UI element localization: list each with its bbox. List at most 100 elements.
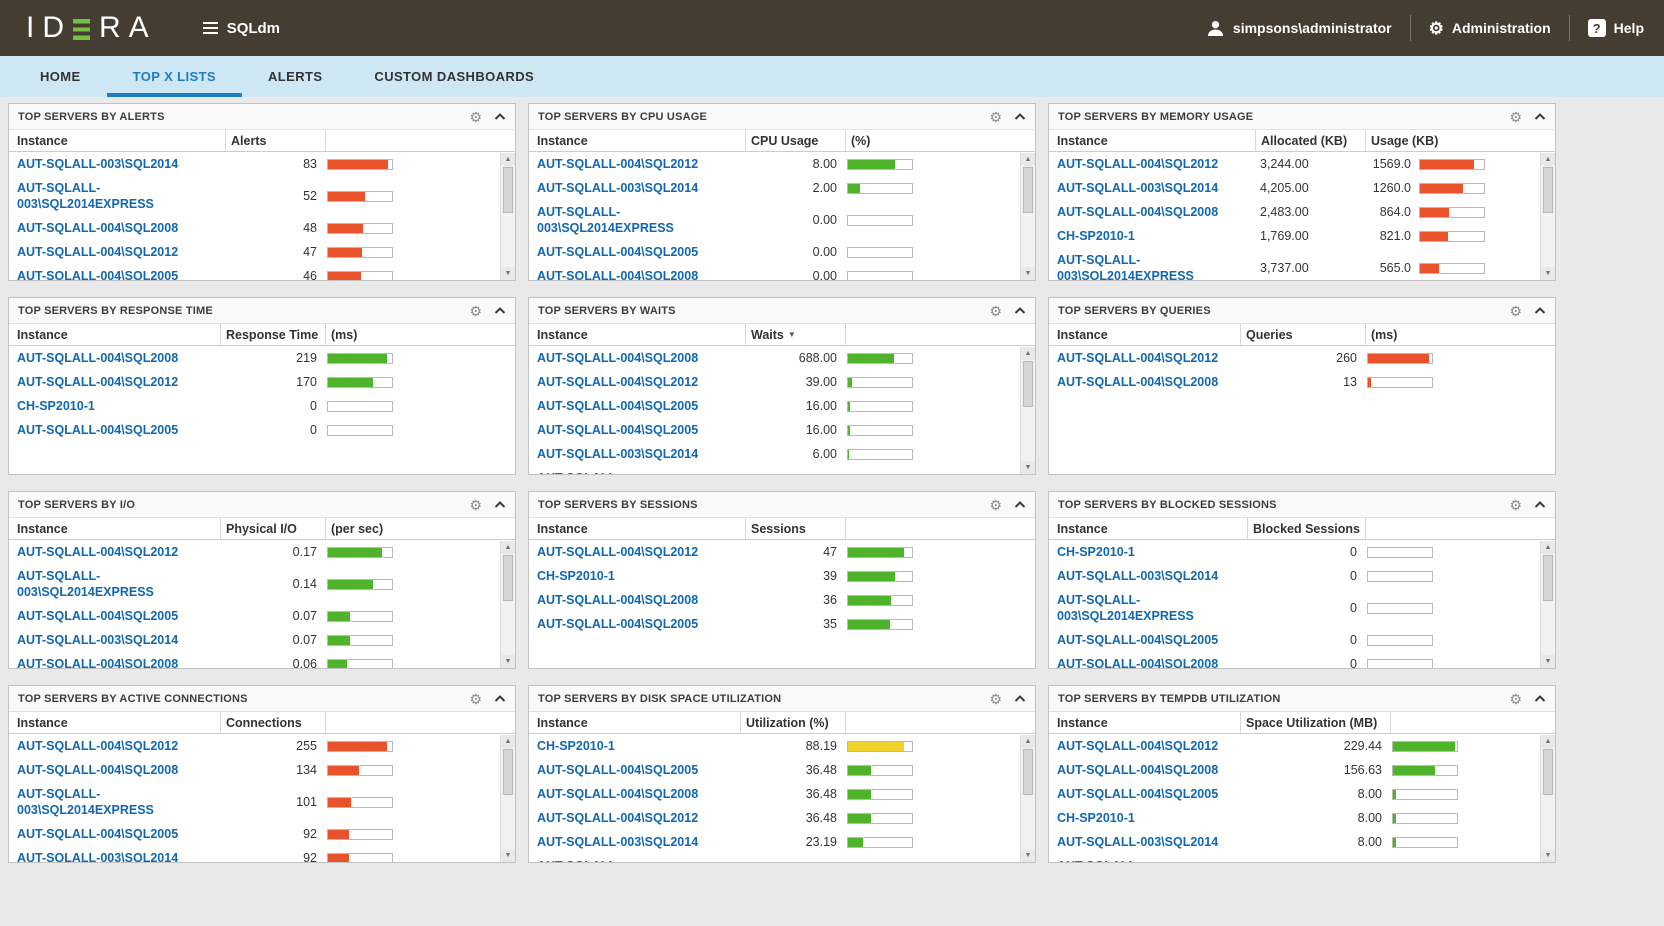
instance-link[interactable]: CH-SP2010-1 xyxy=(9,398,220,414)
instance-link[interactable]: AUT-SQLALL-004\SQL2008 xyxy=(529,786,740,802)
column-header-value[interactable]: Space Utilization (MB) xyxy=(1240,712,1390,733)
panel-collapse-icon[interactable] xyxy=(1534,307,1546,315)
scroll-thumb[interactable] xyxy=(1543,749,1553,795)
scroll-track[interactable] xyxy=(1541,795,1555,849)
instance-link[interactable]: AUT-SQLALL-003\SQL2014 xyxy=(529,446,745,462)
column-header-instance[interactable]: Instance xyxy=(9,130,225,151)
scroll-up-icon[interactable]: ▲ xyxy=(501,541,515,554)
column-header-value[interactable]: Blocked Sessions xyxy=(1247,518,1365,539)
instance-link[interactable]: AUT-SQLALL-004\SQL2012 xyxy=(1049,350,1240,366)
column-header-instance[interactable]: Instance xyxy=(1049,130,1255,151)
vertical-scrollbar[interactable]: ▲ ▼ xyxy=(500,153,515,280)
scroll-up-icon[interactable]: ▲ xyxy=(1021,153,1035,166)
instance-link[interactable]: AUT-SQLALL-004\SQL2012 xyxy=(9,244,225,260)
instance-link[interactable]: AUT-SQLALL-003\SQL2014 xyxy=(1049,834,1240,850)
instance-link[interactable]: AUT-SQLALL-004\SQL2008 xyxy=(1049,374,1240,390)
column-header-value[interactable]: CPU Usage xyxy=(745,130,845,151)
column-header-bar[interactable] xyxy=(325,712,515,733)
scroll-down-icon[interactable]: ▼ xyxy=(1021,849,1035,862)
scroll-track[interactable] xyxy=(501,795,515,849)
scroll-up-icon[interactable]: ▲ xyxy=(1541,735,1555,748)
tab-home[interactable]: HOME xyxy=(14,56,107,97)
scroll-thumb[interactable] xyxy=(1023,361,1033,407)
help-button[interactable]: ? Help xyxy=(1588,19,1644,37)
column-header-value[interactable]: Alerts xyxy=(225,130,325,151)
instance-link[interactable]: AUT-SQLALL-004\SQL2005 xyxy=(529,422,745,438)
instance-link[interactable]: AUT-SQLALL-004\SQL2012 xyxy=(9,374,220,390)
instance-link[interactable]: AUT-SQLALL-004\SQL2008 xyxy=(9,220,225,236)
scroll-track[interactable] xyxy=(1541,601,1555,655)
column-header-instance[interactable]: Instance xyxy=(1049,518,1247,539)
instance-link[interactable]: AUT-SQLALL-004\SQL2008 xyxy=(9,762,220,778)
instance-link[interactable]: AUT-SQLALL-003\SQL2014EXPRESS xyxy=(1049,592,1247,624)
panel-collapse-icon[interactable] xyxy=(494,307,506,315)
instance-link[interactable]: AUT-SQLALL-003\SQL2014 xyxy=(1049,180,1255,196)
panel-settings-gear-icon[interactable]: ⚙ xyxy=(989,304,1002,318)
instance-link[interactable]: AUT-SQLALL-004\SQL2008 xyxy=(1049,762,1240,778)
tab-custom-dashboards[interactable]: CUSTOM DASHBOARDS xyxy=(348,56,560,97)
panel-collapse-icon[interactable] xyxy=(1014,113,1026,121)
instance-link[interactable]: AUT-SQLALL-003\SQL2014 xyxy=(1049,568,1247,584)
vertical-scrollbar[interactable]: ▲ ▼ xyxy=(500,541,515,668)
panel-collapse-icon[interactable] xyxy=(494,695,506,703)
instance-link[interactable]: CH-SP2010-1 xyxy=(1049,228,1255,244)
column-header-bar[interactable]: (ms) xyxy=(1365,324,1555,345)
instance-link[interactable]: AUT-SQLALL-004\SQL2012 xyxy=(9,544,220,560)
scroll-down-icon[interactable]: ▼ xyxy=(1541,849,1555,862)
scroll-track[interactable] xyxy=(1021,795,1035,849)
scroll-thumb[interactable] xyxy=(503,555,513,601)
instance-link[interactable]: AUT-SQLALL-004\SQL2012 xyxy=(529,544,745,560)
instance-link[interactable]: AUT-SQLALL-004\SQL2008 xyxy=(9,656,220,668)
instance-link[interactable]: AUT-SQLALL-004\SQL2005 xyxy=(9,608,220,624)
scroll-track[interactable] xyxy=(501,601,515,655)
column-header-instance[interactable]: Instance xyxy=(529,712,740,733)
instance-link[interactable]: AUT-SQLALL-003\SQL2014 xyxy=(529,180,745,196)
instance-link[interactable]: AUT-SQLALL-004\SQL2008 xyxy=(1049,656,1247,668)
panel-settings-gear-icon[interactable]: ⚙ xyxy=(1509,498,1522,512)
panel-collapse-icon[interactable] xyxy=(494,501,506,509)
panel-collapse-icon[interactable] xyxy=(1534,501,1546,509)
column-header-bar[interactable]: (%) xyxy=(845,130,1035,151)
instance-link[interactable]: CH-SP2010-1 xyxy=(1049,544,1247,560)
column-header-instance[interactable]: Instance xyxy=(1049,712,1240,733)
vertical-scrollbar[interactable]: ▲ ▼ xyxy=(1540,153,1555,280)
column-header-instance[interactable]: Instance xyxy=(529,518,745,539)
column-header-bar[interactable] xyxy=(1365,518,1555,539)
tab-alerts[interactable]: ALERTS xyxy=(242,56,348,97)
instance-link[interactable]: AUT-SQLALL-004\SQL2005 xyxy=(1049,632,1247,648)
instance-link[interactable]: AUT-SQLALL-003\SQL2014 xyxy=(9,632,220,648)
instance-link[interactable]: AUT-SQLALL-004\SQL2008 xyxy=(9,350,220,366)
instance-link[interactable]: AUT-SQLALL-004\SQL2005 xyxy=(1049,786,1240,802)
instance-link[interactable]: AUT-SQLALL-003\SQL2014EXPRESS xyxy=(1049,858,1240,862)
column-header-value[interactable]: Sessions xyxy=(745,518,845,539)
column-header-bar[interactable] xyxy=(845,324,1035,345)
instance-link[interactable]: AUT-SQLALL-004\SQL2008 xyxy=(529,592,745,608)
column-header-bar[interactable] xyxy=(1390,712,1555,733)
instance-link[interactable]: AUT-SQLALL-004\SQL2008 xyxy=(529,268,745,280)
column-header-instance[interactable]: Instance xyxy=(9,712,220,733)
scroll-track[interactable] xyxy=(1021,407,1035,461)
instance-link[interactable]: AUT-SQLALL-003\SQL2014EXPRESS xyxy=(529,858,740,862)
instance-link[interactable]: AUT-SQLALL-004\SQL2005 xyxy=(9,268,225,280)
panel-settings-gear-icon[interactable]: ⚙ xyxy=(1509,304,1522,318)
instance-link[interactable]: AUT-SQLALL-004\SQL2012 xyxy=(529,810,740,826)
panel-settings-gear-icon[interactable]: ⚙ xyxy=(1509,110,1522,124)
scroll-track[interactable] xyxy=(1541,213,1555,267)
column-header-instance[interactable]: Instance xyxy=(1049,324,1240,345)
scroll-track[interactable] xyxy=(501,213,515,267)
instance-link[interactable]: AUT-SQLALL-003\SQL2014EXPRESS xyxy=(9,568,220,600)
scroll-down-icon[interactable]: ▼ xyxy=(1021,461,1035,474)
column-header-bar[interactable] xyxy=(845,518,1035,539)
panel-collapse-icon[interactable] xyxy=(1014,307,1026,315)
panel-settings-gear-icon[interactable]: ⚙ xyxy=(469,498,482,512)
instance-link[interactable]: CH-SP2010-1 xyxy=(529,738,740,754)
vertical-scrollbar[interactable]: ▲ ▼ xyxy=(500,735,515,862)
instance-link[interactable]: AUT-SQLALL-004\SQL2008 xyxy=(1049,204,1255,220)
scroll-up-icon[interactable]: ▲ xyxy=(1541,153,1555,166)
instance-link[interactable]: AUT-SQLALL-004\SQL2012 xyxy=(1049,156,1255,172)
app-menu[interactable]: SQLdm xyxy=(203,20,280,37)
column-header-bar[interactable]: (per sec) xyxy=(325,518,515,539)
scroll-thumb[interactable] xyxy=(1543,167,1553,213)
instance-link[interactable]: AUT-SQLALL-003\SQL2014EXPRESS xyxy=(529,204,745,236)
instance-link[interactable]: AUT-SQLALL-004\SQL2012 xyxy=(529,374,745,390)
